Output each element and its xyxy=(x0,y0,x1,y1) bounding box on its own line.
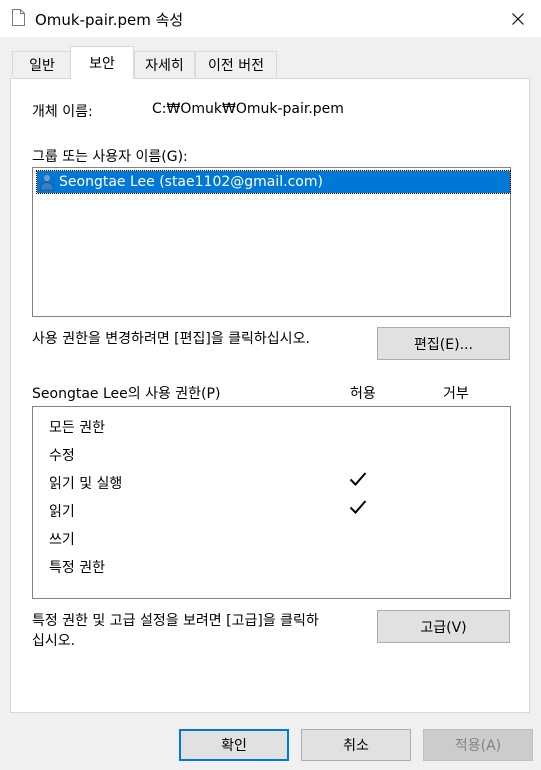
ok-button[interactable]: 확인 xyxy=(179,729,289,761)
user-name: Seongtae Lee (stae1102@gmail.com) xyxy=(59,174,323,190)
tab-security[interactable]: 보안 xyxy=(70,46,134,79)
edit-hint: 사용 권한을 변경하려면 [편집]을 클릭하십시오. xyxy=(32,331,310,347)
users-list[interactable]: Seongtae Lee (stae1102@gmail.com) xyxy=(32,167,511,317)
object-name-label: 개체 이름: xyxy=(32,104,93,120)
list-item[interactable]: Seongtae Lee (stae1102@gmail.com) xyxy=(36,170,511,194)
tab-previous-versions[interactable]: 이전 버전 xyxy=(195,51,277,77)
apply-button[interactable]: 적용(A) xyxy=(423,729,533,761)
title-bar: Omuk-pair.pem 속성 xyxy=(0,0,541,37)
permission-row-special: 특정 권한 xyxy=(49,560,105,576)
tab-general[interactable]: 일반 xyxy=(12,51,72,77)
advanced-hint-line1: 특정 권한 및 고급 설정을 보려면 [고급]을 클릭하 xyxy=(32,613,319,629)
permission-row-write: 쓰기 xyxy=(49,532,75,548)
close-icon xyxy=(512,12,524,25)
advanced-button[interactable]: 고급(V) xyxy=(377,610,510,643)
permission-row-full-control: 모든 권한 xyxy=(49,420,105,436)
check-icon xyxy=(349,500,367,514)
permissions-list[interactable]: 모든 권한 수정 읽기 및 실행 읽기 쓰기 특정 권한 xyxy=(32,406,511,599)
groups-label: 그룹 또는 사용자 이름(G): xyxy=(32,149,188,165)
cancel-button[interactable]: 취소 xyxy=(301,729,411,761)
edit-button[interactable]: 편집(E)... xyxy=(377,327,510,360)
permissions-title: Seongtae Lee의 사용 권한(P) xyxy=(32,386,221,402)
permission-row-read: 읽기 xyxy=(49,499,509,521)
advanced-hint-line2: 십시오. xyxy=(32,633,76,649)
file-icon xyxy=(12,9,25,26)
tab-details[interactable]: 자세히 xyxy=(134,51,195,77)
object-name-value: C:₩Omuk₩Omuk-pair.pem xyxy=(152,101,344,117)
user-icon xyxy=(40,174,54,191)
allow-header: 허용 xyxy=(350,386,376,402)
check-icon xyxy=(349,472,367,486)
permission-row-modify: 수정 xyxy=(49,448,75,464)
close-button[interactable] xyxy=(495,0,541,37)
window-title: Omuk-pair.pem 속성 xyxy=(35,11,184,29)
permission-row-read-execute: 읽기 및 실행 xyxy=(49,471,509,493)
deny-header: 거부 xyxy=(443,386,469,402)
